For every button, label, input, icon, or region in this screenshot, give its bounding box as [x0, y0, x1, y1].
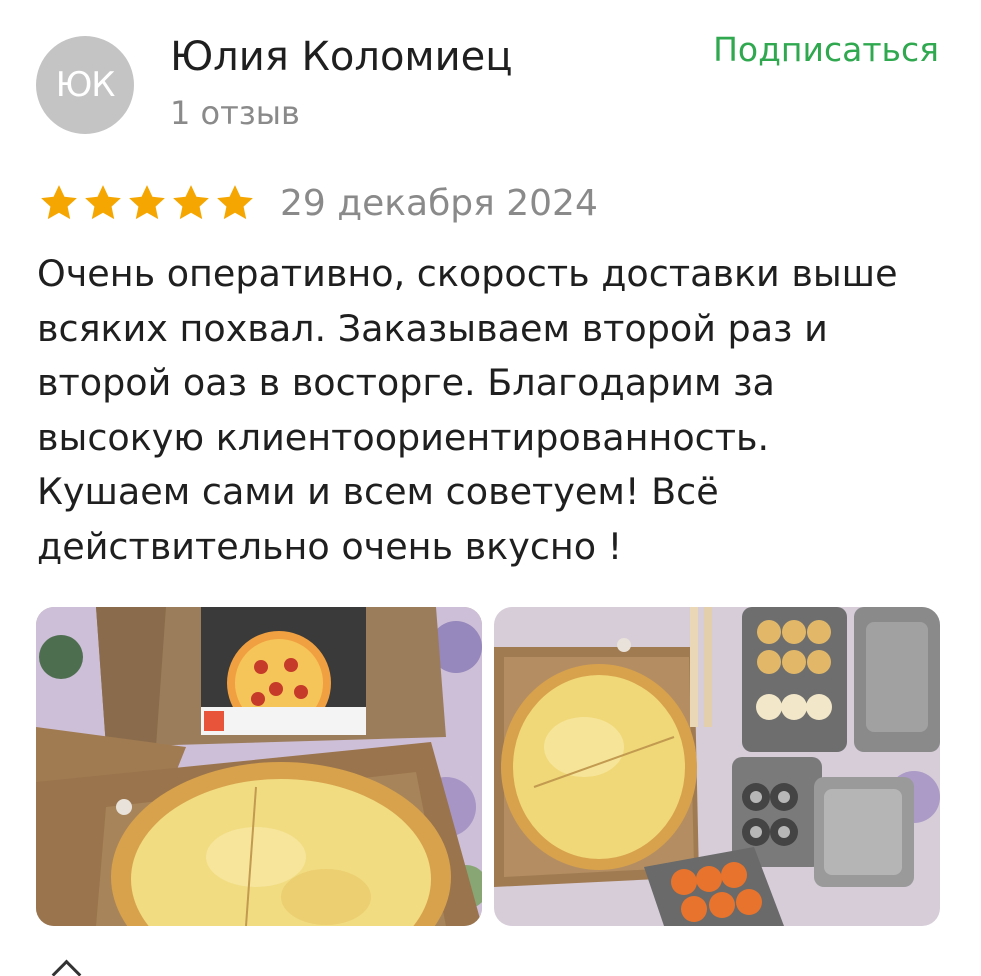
- rating-row: 29 декабря 2024: [38, 178, 598, 228]
- review-photo-1[interactable]: [36, 607, 482, 926]
- star-icon: [85, 185, 121, 220]
- pizza-box-photo: [36, 607, 482, 926]
- star-icon: [41, 185, 77, 220]
- star-rating: [38, 182, 256, 224]
- review-photo-2[interactable]: [494, 607, 940, 926]
- review-card: ЮК Юлия Коломиец 1 отзыв Подписаться 29 …: [0, 0, 981, 976]
- review-text: Очень оперативно, скорость доставки выше…: [37, 252, 898, 568]
- avatar-initials: ЮК: [55, 65, 116, 105]
- star-icon: [129, 185, 165, 220]
- subscribe-button[interactable]: Подписаться: [713, 30, 939, 69]
- chevron-up-icon: [51, 959, 82, 976]
- author-reviews-count: 1 отзыв: [170, 94, 300, 132]
- author-name[interactable]: Юлия Коломиец: [170, 34, 512, 80]
- avatar[interactable]: ЮК: [36, 36, 134, 134]
- star-icon: [217, 185, 253, 220]
- star-icon: [173, 185, 209, 220]
- review-date: 29 декабря 2024: [280, 182, 598, 224]
- pizza-and-rolls-photo: [494, 607, 940, 926]
